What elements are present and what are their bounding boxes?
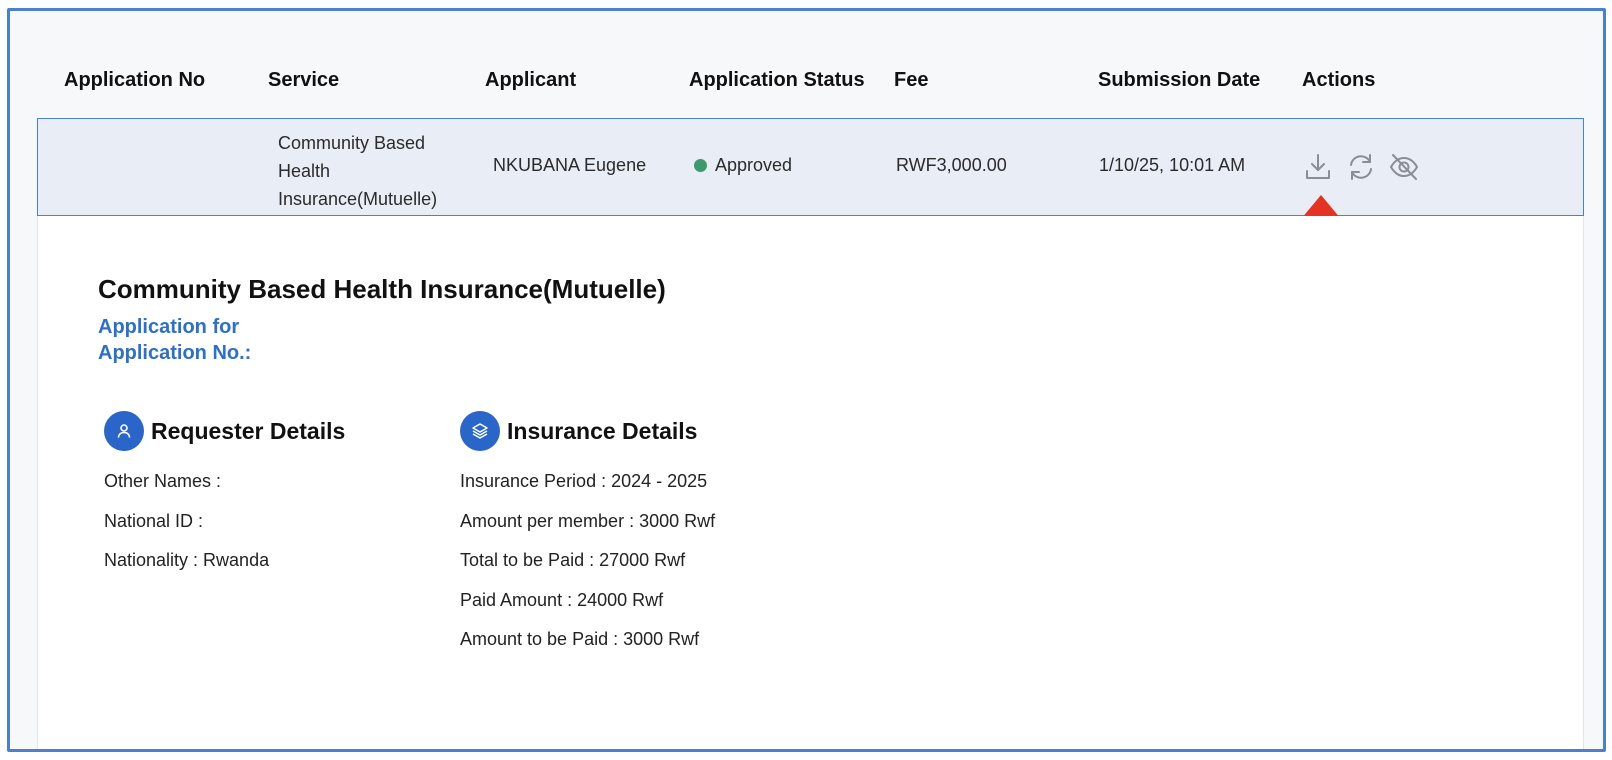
hide-icon[interactable] [1386,149,1422,185]
table-header: Application No Service Applicant Applica… [10,59,1603,99]
download-icon[interactable] [1300,149,1336,185]
subtitle-application-no: Application No.: [98,342,252,364]
header-submission-date[interactable]: Submission Date [1098,69,1260,92]
requester-details-title: Requester Details [151,417,346,444]
field-amount-per-member: Amount per member : 3000 Rwf [460,511,716,531]
cell-fee: RWF3,000.00 [896,155,1007,175]
header-application-status[interactable]: Application Status [689,69,865,92]
row-actions [1300,149,1422,185]
field-other-names: Other Names : [104,471,222,491]
field-total-to-be-paid: Total to be Paid : 27000 Rwf [460,550,686,570]
detail-title: Community Based Health Insurance(Mutuell… [98,274,666,304]
user-icon [104,411,144,451]
insurance-details-title: Insurance Details [507,417,698,444]
status-badge: Approved [694,155,792,176]
field-paid-amount: Paid Amount : 24000 Rwf [460,590,664,610]
header-service[interactable]: Service [268,69,339,92]
cell-service: Community Based Health Insurance(Mutuell… [278,133,438,209]
status-label: Approved [715,155,793,175]
field-amount-to-be-paid: Amount to be Paid : 3000 Rwf [460,629,700,649]
requester-details-header: Requester Details [104,411,345,451]
field-national-id: National ID : [104,511,204,531]
refresh-icon[interactable] [1343,149,1379,185]
screenshot-frame: Application No Service Applicant Applica… [7,8,1606,752]
cell-submission-date: 1/10/25, 10:01 AM [1099,155,1246,175]
field-nationality: Nationality : Rwanda [104,550,270,570]
header-actions: Actions [1302,69,1376,91]
header-applicant[interactable]: Applicant [485,69,576,92]
insurance-details-header: Insurance Details [460,411,697,451]
table-row[interactable]: Community Based Health Insurance(Mutuell… [37,118,1584,216]
field-insurance-period: Insurance Period : 2024 - 2025 [460,471,708,491]
status-dot-icon [694,159,707,172]
detail-subtitle: Application for Application No.: [98,314,251,366]
header-fee[interactable]: Fee [894,69,928,92]
layers-icon [460,411,500,451]
application-detail-panel: Community Based Health Insurance(Mutuell… [37,216,1584,749]
cell-applicant: NKUBANA Eugene [493,155,647,175]
header-application-no[interactable]: Application No [64,69,205,92]
subtitle-application-for: Application for [98,316,240,338]
